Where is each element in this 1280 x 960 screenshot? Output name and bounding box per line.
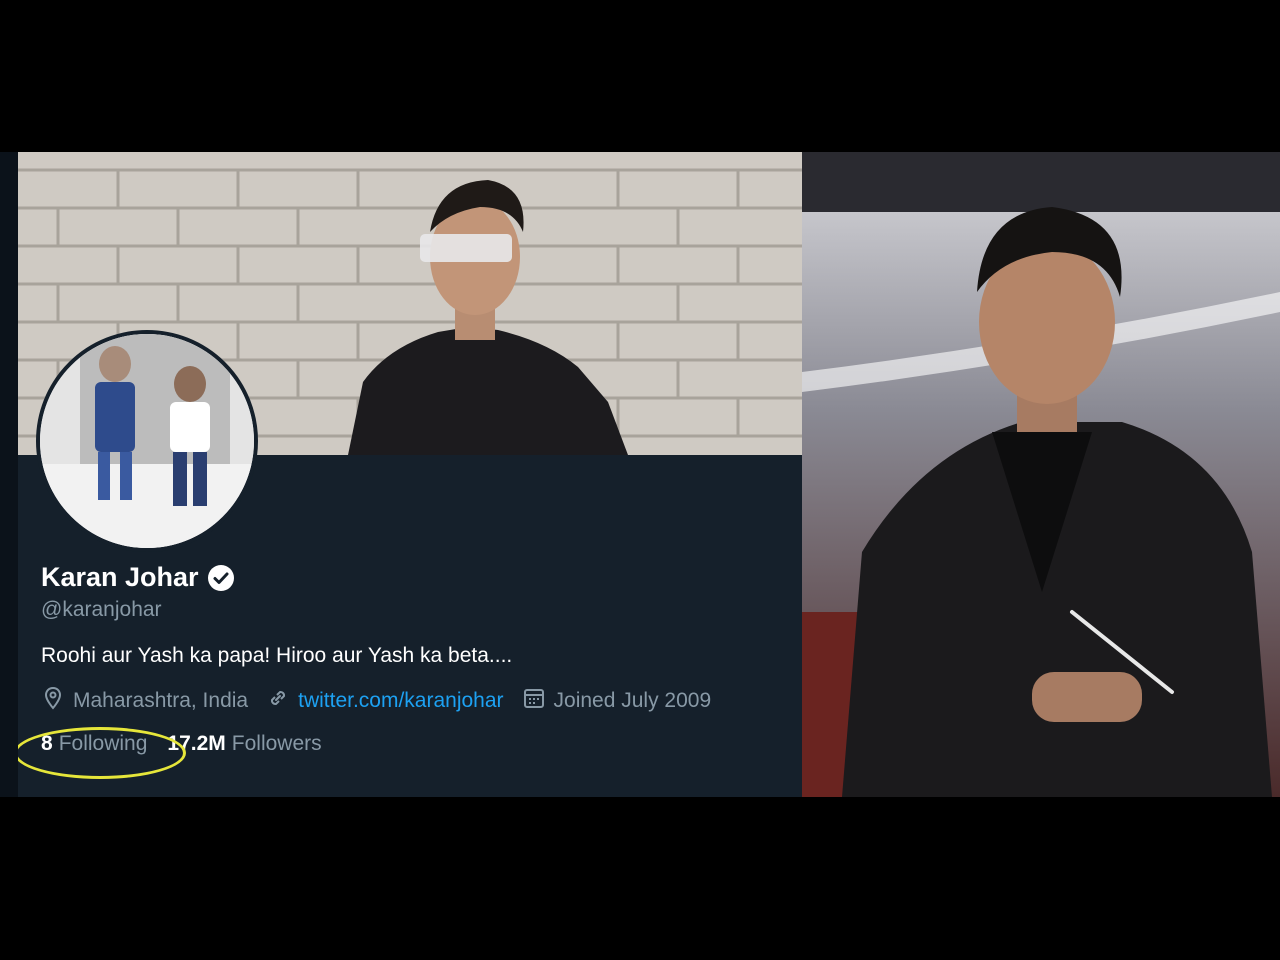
following-highlight-circle bbox=[18, 727, 186, 779]
profile-joined-text: Joined July 2009 bbox=[553, 689, 712, 712]
followers-stat[interactable]: 17.2M Followers bbox=[167, 732, 321, 756]
profile-location: Maharashtra, India bbox=[41, 686, 248, 716]
calendar-icon bbox=[522, 686, 546, 716]
profile-meta-row: Maharashtra, India twitter.com/karanjoha… bbox=[41, 686, 729, 716]
profile-website-link[interactable]: twitter.com/karanjohar bbox=[298, 689, 503, 713]
profile-location-text: Maharashtra, India bbox=[73, 689, 249, 712]
left-edge-strip bbox=[0, 152, 18, 797]
profile-handle: @karanjohar bbox=[41, 598, 162, 621]
profile-name: Karan Johar bbox=[41, 562, 199, 592]
followers-label: Followers bbox=[231, 732, 322, 755]
link-icon bbox=[266, 686, 290, 716]
verified-badge-icon bbox=[207, 564, 235, 592]
profile-bio: Roohi aur Yash ka papa! Hiroo aur Yash k… bbox=[41, 644, 513, 667]
twitter-profile-panel: Karan Johar @karanjohar Roohi aur Yash k… bbox=[18, 152, 802, 797]
profile-website[interactable]: twitter.com/karanjohar bbox=[266, 686, 504, 716]
event-photo bbox=[802, 152, 1280, 797]
location-pin-icon bbox=[41, 686, 65, 716]
profile-joined: Joined July 2009 bbox=[522, 686, 712, 716]
profile-avatar[interactable] bbox=[36, 330, 258, 552]
